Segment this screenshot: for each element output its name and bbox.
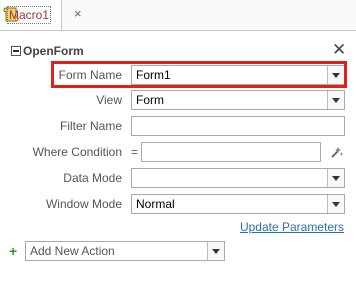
argument-row-where-condition: Where Condition =	[0, 142, 356, 163]
collapse-icon[interactable]	[11, 46, 21, 56]
argument-row-filter-name: Filter Name	[0, 116, 356, 137]
view-dropdown[interactable]: Form	[131, 90, 345, 110]
delete-action-icon[interactable]: ✕	[332, 41, 346, 58]
form-name-highlight	[51, 61, 347, 88]
action-name: OpenForm	[23, 44, 84, 58]
chevron-down-icon[interactable]	[327, 169, 344, 187]
update-parameters-link[interactable]: Update Parameters	[240, 220, 344, 234]
window-mode-value: Normal	[136, 197, 175, 211]
data-mode-label: Data Mode	[63, 171, 122, 185]
add-new-action-placeholder: Add New Action	[30, 244, 115, 258]
chevron-down-icon[interactable]	[207, 242, 224, 260]
tab-macro1[interactable]: Macro1	[0, 0, 62, 30]
equals-prefix: =	[131, 145, 139, 159]
argument-row-data-mode: Data Mode	[0, 168, 356, 189]
where-condition-input[interactable]	[141, 142, 321, 162]
window-mode-label: Window Mode	[45, 197, 122, 211]
window-mode-dropdown[interactable]: Normal	[131, 194, 345, 214]
chevron-down-icon[interactable]	[327, 195, 344, 213]
filter-name-label: Filter Name	[59, 119, 122, 133]
expression-builder-icon[interactable]	[330, 145, 344, 159]
view-value: Form	[136, 93, 164, 107]
document-tab-bar: Macro1 ×	[0, 0, 356, 31]
argument-row-window-mode: Window Mode Normal	[0, 194, 356, 215]
where-condition-label: Where Condition	[32, 145, 122, 159]
filter-name-input[interactable]	[131, 116, 345, 136]
data-mode-dropdown[interactable]	[131, 168, 345, 188]
argument-row-view: View Form	[0, 90, 356, 111]
add-action-plus-icon: +	[9, 243, 18, 259]
add-new-action-dropdown[interactable]: Add New Action	[25, 241, 225, 261]
view-label: View	[96, 93, 122, 107]
tab-close-icon[interactable]: ×	[74, 6, 82, 22]
tab-label: Macro1	[7, 6, 52, 24]
chevron-down-icon[interactable]	[327, 91, 344, 109]
